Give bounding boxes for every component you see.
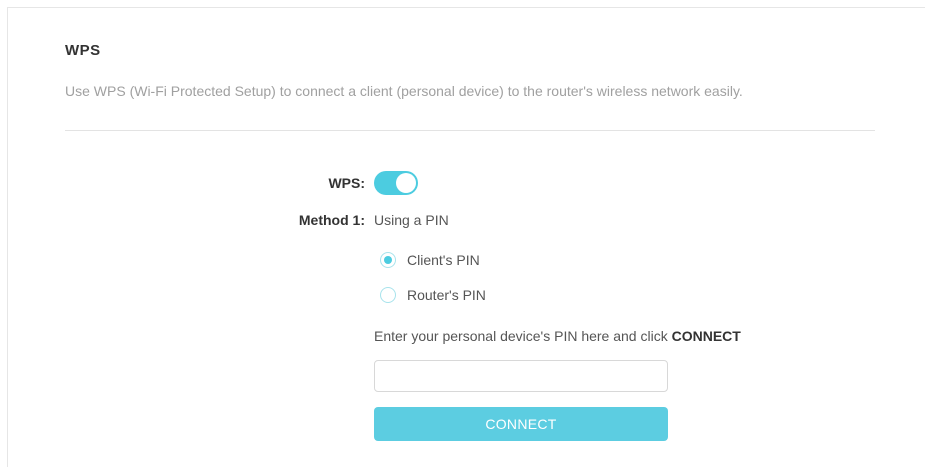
radio-label-routers-pin: Router's PIN bbox=[407, 287, 486, 303]
pin-input[interactable] bbox=[374, 360, 668, 392]
method1-value: Using a PIN bbox=[374, 212, 449, 228]
wps-panel bbox=[7, 7, 925, 467]
pin-instruction: Enter your personal device's PIN here an… bbox=[374, 328, 741, 344]
radio-unselected-icon[interactable] bbox=[380, 287, 396, 303]
method1-label: Method 1: bbox=[298, 212, 365, 228]
connect-button[interactable]: CONNECT bbox=[374, 407, 668, 441]
divider bbox=[65, 130, 875, 131]
instruction-text: Enter your personal device's PIN here an… bbox=[374, 328, 672, 344]
section-description: Use WPS (Wi-Fi Protected Setup) to conne… bbox=[65, 83, 743, 99]
section-title: WPS bbox=[65, 42, 101, 59]
instruction-bold: CONNECT bbox=[671, 328, 741, 344]
radio-dot bbox=[384, 256, 392, 264]
radio-clients-pin[interactable]: Client's PIN bbox=[380, 252, 480, 268]
radio-routers-pin[interactable]: Router's PIN bbox=[380, 287, 486, 303]
radio-selected-icon[interactable] bbox=[380, 252, 396, 268]
wps-toggle[interactable] bbox=[374, 171, 418, 195]
wps-label: WPS: bbox=[328, 175, 365, 191]
toggle-knob bbox=[396, 173, 416, 193]
radio-label-clients-pin: Client's PIN bbox=[407, 252, 480, 268]
